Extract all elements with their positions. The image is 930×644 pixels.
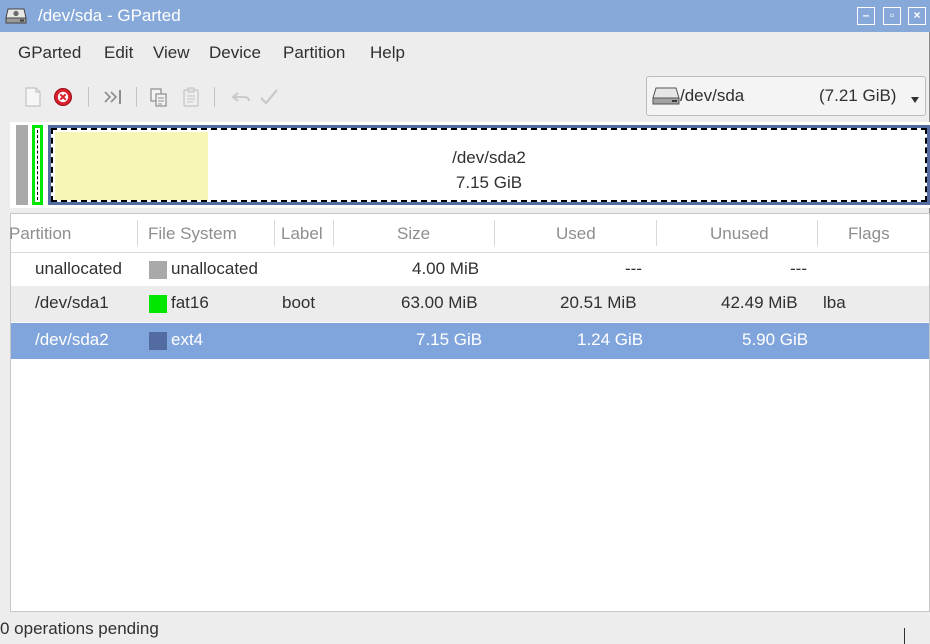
graph-partition-size: 7.15 GiB bbox=[455, 173, 523, 192]
cell-size: 4.00 MiB bbox=[412, 259, 480, 278]
cell-partition: /dev/sda2 bbox=[35, 330, 109, 349]
new-partition-icon[interactable] bbox=[22, 86, 44, 108]
cell-file-system: ext4 bbox=[171, 330, 204, 349]
column-header-label[interactable]: Label bbox=[281, 224, 323, 244]
table-row-selected[interactable]: /dev/sda2 ext4 7.15 GiB 1.24 GiB 5.90 Gi… bbox=[11, 323, 929, 359]
partition-graph: /dev/sda2 7.15 GiB bbox=[10, 122, 930, 208]
resize-move-icon[interactable] bbox=[102, 86, 124, 108]
column-divider bbox=[274, 220, 275, 246]
table-header: Partition File System Label Size Used Un… bbox=[9, 214, 929, 253]
graph-segment-sda2[interactable]: /dev/sda2 7.15 GiB bbox=[48, 125, 930, 205]
column-header-flags[interactable]: Flags bbox=[848, 224, 890, 244]
column-header-file-system[interactable]: File System bbox=[148, 224, 237, 244]
minimize-button[interactable]: – bbox=[857, 7, 875, 25]
device-selector[interactable]: /dev/sda (7.21 GiB) bbox=[646, 76, 926, 116]
graph-segment-sda1[interactable] bbox=[32, 125, 43, 205]
gparted-window: /dev/sda - GParted – ▫ × GParted Edit Vi… bbox=[0, 0, 930, 644]
cell-used: --- bbox=[625, 259, 642, 278]
column-header-used[interactable]: Used bbox=[556, 224, 596, 244]
cell-used: 1.24 GiB bbox=[577, 330, 644, 349]
table-row[interactable]: unallocated unallocated 4.00 MiB --- --- bbox=[11, 252, 929, 288]
fs-color-swatch bbox=[149, 332, 167, 350]
device-size: (7.21 GiB) bbox=[819, 86, 897, 105]
cell-partition: unallocated bbox=[35, 259, 122, 278]
delete-icon[interactable] bbox=[52, 86, 74, 108]
cell-unused: 5.90 GiB bbox=[742, 330, 809, 349]
cell-label: boot bbox=[282, 293, 316, 312]
status-bar: 0 operations pending bbox=[0, 612, 930, 644]
column-divider bbox=[817, 220, 818, 246]
copy-icon[interactable] bbox=[148, 86, 170, 108]
table-row[interactable]: /dev/sda1 fat16 boot 63.00 MiB 20.51 MiB… bbox=[11, 286, 929, 322]
cell-flags: lba bbox=[823, 293, 846, 312]
operations-pending-text: 0 operations pending bbox=[0, 619, 159, 638]
cell-size: 63.00 MiB bbox=[401, 293, 478, 312]
window-title: /dev/sda - GParted bbox=[38, 6, 181, 25]
resize-grip[interactable] bbox=[904, 628, 905, 644]
column-divider bbox=[656, 220, 657, 246]
menu-edit[interactable]: Edit bbox=[104, 43, 133, 63]
device-name: /dev/sda bbox=[680, 86, 745, 105]
undo-icon[interactable] bbox=[230, 86, 252, 108]
toolbar-separator bbox=[136, 87, 137, 107]
column-divider bbox=[137, 220, 138, 246]
fs-color-swatch bbox=[149, 261, 167, 279]
cell-unused: 42.49 MiB bbox=[721, 293, 798, 312]
cell-unused: --- bbox=[790, 259, 807, 278]
graph-partition-name: /dev/sda2 bbox=[452, 148, 526, 167]
menu-gparted[interactable]: GParted bbox=[18, 43, 81, 63]
graph-segment-unallocated[interactable] bbox=[16, 125, 28, 205]
toolbar-separator bbox=[88, 87, 89, 107]
cell-size: 7.15 GiB bbox=[416, 330, 483, 349]
cell-file-system: fat16 bbox=[171, 293, 209, 312]
apply-icon[interactable] bbox=[258, 86, 280, 108]
maximize-button[interactable]: ▫ bbox=[883, 7, 901, 25]
menu-partition[interactable]: Partition bbox=[283, 43, 345, 63]
cell-used: 20.51 MiB bbox=[560, 293, 637, 312]
title-bar[interactable]: /dev/sda - GParted – ▫ × bbox=[0, 0, 930, 32]
menu-view[interactable]: View bbox=[153, 43, 190, 63]
cell-partition: /dev/sda1 bbox=[35, 293, 109, 312]
menu-device[interactable]: Device bbox=[209, 43, 261, 63]
close-button[interactable]: × bbox=[908, 7, 926, 25]
hard-disk-icon bbox=[5, 7, 27, 24]
hard-disk-icon bbox=[652, 87, 680, 105]
paste-icon[interactable] bbox=[180, 86, 202, 108]
column-header-partition[interactable]: Partition bbox=[9, 224, 71, 244]
column-divider bbox=[333, 220, 334, 246]
cell-file-system: unallocated bbox=[171, 259, 258, 278]
column-header-size[interactable]: Size bbox=[397, 224, 430, 244]
column-divider bbox=[494, 220, 495, 246]
toolbar-separator bbox=[214, 87, 215, 107]
fs-color-swatch bbox=[149, 295, 167, 313]
column-header-unused[interactable]: Unused bbox=[710, 224, 769, 244]
menu-help[interactable]: Help bbox=[370, 43, 405, 63]
graph-segment-sda1-outline bbox=[37, 130, 39, 200]
chevron-down-icon bbox=[910, 90, 920, 103]
partition-table: Partition File System Label Size Used Un… bbox=[9, 213, 930, 612]
